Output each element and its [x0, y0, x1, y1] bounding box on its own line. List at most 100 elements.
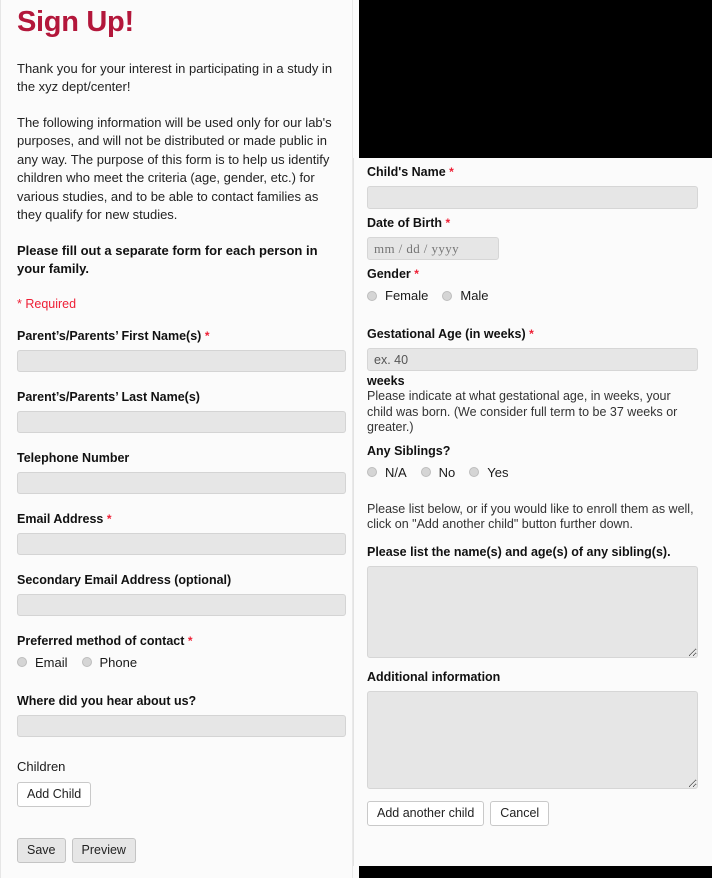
- label-gender: Gender *: [367, 267, 698, 282]
- field-gender: Gender * Female Male: [367, 267, 698, 303]
- signup-form-page: Sign Up! Thank you for your interest in …: [0, 0, 712, 878]
- label-telephone: Telephone Number: [17, 450, 130, 465]
- add-child-button-wrap: Add Child: [17, 781, 336, 807]
- label-hear-about-us: Where did you hear about us?: [17, 693, 197, 708]
- bottom-black-region: [359, 866, 712, 878]
- field-additional-information: Additional information: [367, 670, 698, 789]
- input-email[interactable]: [17, 532, 346, 555]
- field-parent-last-names: Parent’s/Parents’ Last Name(s): [17, 389, 346, 433]
- required-asterisk: *: [445, 216, 451, 230]
- right-footer-buttons: Add another child Cancel: [367, 800, 698, 826]
- radio-option-phone[interactable]: Phone: [81, 654, 138, 670]
- intro-paragraph-2: The following information will be used o…: [17, 114, 332, 223]
- label-gestational-age: Gestational Age (in weeks) *: [367, 327, 698, 342]
- label-text: Preferred method of contact: [17, 633, 185, 648]
- label-email: Email Address *: [17, 512, 336, 527]
- radio-label-email: Email: [35, 654, 68, 670]
- child-form-panel: Child's Name * Date of Birth * Gender *: [353, 0, 712, 878]
- label-child-name: Child's Name *: [367, 165, 698, 180]
- label-any-siblings: Any Siblings?: [367, 443, 451, 458]
- label-additional-information: Additional information: [367, 669, 501, 684]
- input-child-name[interactable]: [367, 186, 698, 209]
- input-parent-first-names[interactable]: [17, 349, 346, 372]
- radio-circle-icon[interactable]: [367, 467, 377, 477]
- label-text: Gestational Age (in weeks): [367, 327, 526, 341]
- radio-option-na[interactable]: N/A: [367, 465, 407, 480]
- radio-circle-icon[interactable]: [442, 290, 453, 301]
- radio-label-no: No: [438, 464, 456, 480]
- required-asterisk: *: [529, 327, 534, 341]
- radio-group-preferred-contact: Email Phone: [17, 655, 336, 670]
- input-gestational-age[interactable]: [367, 348, 698, 371]
- radio-label-yes: Yes: [487, 464, 509, 480]
- parent-form-content: Sign Up! Thank you for your interest in …: [1, 6, 352, 863]
- cancel-button[interactable]: Cancel: [490, 800, 550, 826]
- textarea-siblings-list[interactable]: [367, 565, 698, 658]
- input-hear-about-us[interactable]: [17, 714, 346, 737]
- radio-circle-icon[interactable]: [420, 467, 431, 477]
- children-section-label: Children: [17, 758, 66, 774]
- radio-circle-icon[interactable]: [81, 657, 92, 668]
- label-preferred-contact: Preferred method of contact *: [17, 634, 336, 649]
- required-asterisk: *: [106, 511, 112, 526]
- label-date-of-birth: Date of Birth *: [367, 216, 698, 231]
- radio-circle-icon[interactable]: [17, 657, 27, 668]
- required-asterisk: *: [187, 633, 193, 648]
- add-child-button[interactable]: Add Child: [17, 781, 92, 807]
- radio-circle-icon[interactable]: [367, 290, 377, 301]
- add-another-child-button[interactable]: Add another child: [367, 800, 485, 826]
- field-email: Email Address *: [17, 512, 346, 555]
- page-title: Sign Up!: [17, 6, 134, 38]
- field-secondary-email: Secondary Email Address (optional): [17, 572, 346, 616]
- field-telephone: Telephone Number: [17, 450, 346, 494]
- required-asterisk: *: [414, 267, 419, 281]
- radio-option-yes[interactable]: Yes: [469, 464, 509, 480]
- separate-form-note: Please fill out a separate form for each…: [17, 242, 318, 277]
- input-secondary-email[interactable]: [17, 593, 346, 616]
- label-parent-last-names: Parent’s/Parents’ Last Name(s): [17, 389, 200, 404]
- siblings-enroll-note: Please list below, or if you would like …: [367, 501, 694, 532]
- required-asterisk: *: [204, 328, 210, 343]
- radio-group-gender: Female Male: [367, 288, 698, 303]
- top-black-region: [359, 0, 712, 158]
- gestational-helper-text: Please indicate at what gestational age,…: [367, 389, 678, 434]
- gestational-unit-label: weeks: [367, 374, 405, 388]
- save-button[interactable]: Save: [17, 837, 66, 863]
- radio-option-no[interactable]: No: [420, 464, 456, 480]
- radio-option-email[interactable]: Email: [17, 655, 68, 670]
- field-parent-first-names: Parent’s/Parents’ First Name(s) *: [17, 329, 346, 372]
- radio-label-female: Female: [385, 288, 429, 303]
- label-secondary-email: Secondary Email Address (optional): [17, 572, 232, 587]
- label-text: Date of Birth: [367, 216, 442, 230]
- intro-paragraph-1: Thank you for your interest in participa…: [17, 60, 333, 95]
- label-text: Email Address: [17, 511, 104, 526]
- left-footer-buttons: Save Preview: [17, 837, 336, 863]
- radio-label-phone: Phone: [99, 654, 138, 670]
- field-preferred-contact: Preferred method of contact * Email Phon…: [17, 634, 336, 670]
- label-text: Child's Name: [367, 165, 446, 179]
- radio-circle-icon[interactable]: [469, 467, 480, 477]
- field-any-siblings: Any Siblings? N/A No Yes: [367, 444, 698, 480]
- input-telephone[interactable]: [17, 471, 346, 494]
- input-parent-last-names[interactable]: [17, 410, 346, 433]
- label-text: Gender: [367, 267, 411, 281]
- radio-option-male[interactable]: Male: [442, 288, 489, 303]
- input-date-of-birth[interactable]: [367, 237, 499, 260]
- label-text: Parent’s/Parents’ First Name(s): [17, 328, 202, 343]
- field-gestational-age: Gestational Age (in weeks) * weeks Pleas…: [367, 327, 698, 436]
- required-asterisk: *: [449, 165, 454, 179]
- field-siblings-list: Please list the name(s) and age(s) of an…: [367, 545, 698, 658]
- radio-label-male: Male: [460, 288, 489, 303]
- label-parent-first-names: Parent’s/Parents’ First Name(s) *: [17, 329, 336, 344]
- radio-group-siblings: N/A No Yes: [367, 465, 698, 480]
- parent-form-panel: Sign Up! Thank you for your interest in …: [0, 0, 353, 878]
- radio-label-na: N/A: [385, 464, 407, 480]
- field-child-name: Child's Name *: [367, 165, 698, 209]
- textarea-additional-information[interactable]: [367, 690, 698, 789]
- field-date-of-birth: Date of Birth *: [367, 216, 698, 260]
- child-form-content: Child's Name * Date of Birth * Gender *: [353, 158, 712, 826]
- preview-button[interactable]: Preview: [71, 837, 136, 863]
- required-legend: * Required: [17, 296, 77, 311]
- field-hear-about-us: Where did you hear about us?: [17, 693, 346, 737]
- radio-option-female[interactable]: Female: [367, 288, 428, 303]
